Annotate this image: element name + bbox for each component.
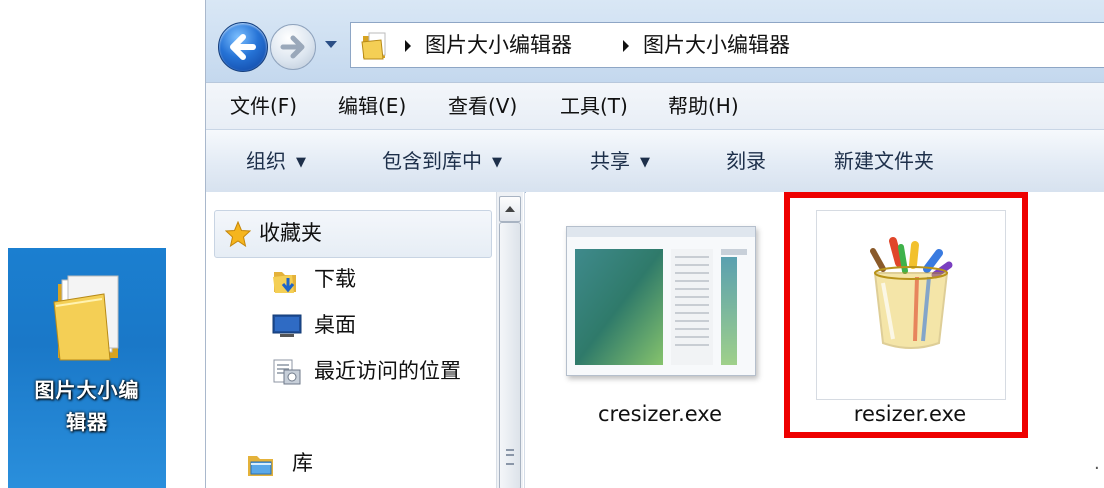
file-resizer[interactable] [816, 210, 1006, 400]
breadcrumb-2[interactable]: 图片大小编辑器 [643, 23, 790, 67]
back-button[interactable] [218, 22, 268, 72]
app-window-thumbnail [567, 227, 755, 365]
file-cresizer[interactable] [566, 226, 756, 376]
navigation-pane: 收藏夹 下载 桌面 最近访问的位置 库 [206, 192, 525, 488]
folder-shortcut-icon[interactable] [48, 262, 128, 362]
downloads-label: 下载 [314, 267, 356, 291]
organize-label: 组织 [246, 149, 286, 173]
nav-item-libraries[interactable]: 库 [246, 444, 466, 482]
arrow-right-icon [280, 35, 305, 59]
address-bar[interactable]: 图片大小编辑器 图片大小编辑器 [350, 22, 1104, 68]
favorites-header[interactable]: 收藏夹 [214, 210, 492, 258]
nav-item-downloads[interactable]: 下载 [272, 260, 492, 298]
libraries-label: 库 [292, 451, 313, 475]
desktop-label: 桌面 [314, 313, 356, 337]
nav-item-desktop[interactable]: 桌面 [272, 306, 492, 344]
new-folder-button[interactable]: 新建文件夹 [834, 130, 934, 192]
scroll-up-button[interactable] [499, 196, 521, 222]
menu-file[interactable]: 文件(F) [230, 83, 297, 130]
menu-edit[interactable]: 编辑(E) [338, 83, 406, 130]
favorites-label: 收藏夹 [259, 221, 322, 245]
menu-bar: 文件(F) 编辑(E) 查看(V) 工具(T) 帮助(H) [206, 82, 1104, 130]
dropdown-caret-icon: ▼ [640, 155, 650, 170]
resize-grip-icon: · [1094, 458, 1100, 479]
file-name-resizer[interactable]: resizer.exe [800, 402, 1020, 426]
command-bar: 组织 ▼ 包含到库中 ▼ 共享 ▼ 刻录 新建文件夹 [206, 129, 1104, 193]
nav-item-recent-places[interactable]: 最近访问的位置 [272, 352, 494, 390]
recent-places-icon [273, 359, 301, 385]
shortcut-label[interactable]: 图片大小编辑器 [32, 374, 142, 438]
library-icon [248, 456, 273, 476]
desktop-icon [272, 314, 302, 337]
dropdown-caret-icon: ▼ [296, 155, 306, 170]
nav-scrollbar[interactable] [496, 192, 523, 488]
desktop-background: 图片大小编辑器 [8, 248, 166, 488]
title-bar: 图片大小编辑器 图片大小编辑器 [206, 0, 1104, 82]
scroll-thumb[interactable] [499, 222, 521, 488]
share-button[interactable]: 共享 ▼ [590, 130, 650, 192]
menu-help[interactable]: 帮助(H) [668, 83, 739, 130]
share-label: 共享 [590, 149, 630, 173]
recent-pages-dropdown-icon[interactable] [324, 40, 338, 50]
organize-button[interactable]: 组织 ▼ [246, 130, 306, 192]
recent-places-label: 最近访问的位置 [314, 359, 461, 383]
include-library-label: 包含到库中 [382, 149, 482, 173]
include-in-library-button[interactable]: 包含到库中 ▼ [382, 130, 502, 192]
menu-tools[interactable]: 工具(T) [560, 83, 628, 130]
paintbrush-cup-icon [870, 237, 953, 349]
breadcrumb-arrow-icon[interactable] [621, 39, 631, 53]
arrow-left-icon [230, 34, 256, 60]
forward-button[interactable] [270, 24, 316, 70]
breadcrumb-1[interactable]: 图片大小编辑器 [425, 23, 572, 67]
arrow-up-icon [505, 206, 515, 212]
download-folder-icon [273, 272, 296, 293]
file-name-cresizer[interactable]: cresizer.exe [550, 402, 770, 426]
folder-icon [361, 32, 386, 60]
dropdown-caret-icon: ▼ [492, 155, 502, 170]
file-list: cresizer.exe resizer.exe [526, 192, 1104, 488]
scroll-grip-icon [506, 449, 514, 465]
menu-view[interactable]: 查看(V) [448, 83, 517, 130]
burn-button[interactable]: 刻录 [726, 130, 766, 192]
star-icon [225, 221, 251, 247]
breadcrumb-arrow-icon[interactable] [403, 39, 413, 53]
explorer-window: 图片大小编辑器 图片大小编辑器 文件(F) 编辑(E) 查看(V) 工具(T) … [205, 0, 1104, 488]
